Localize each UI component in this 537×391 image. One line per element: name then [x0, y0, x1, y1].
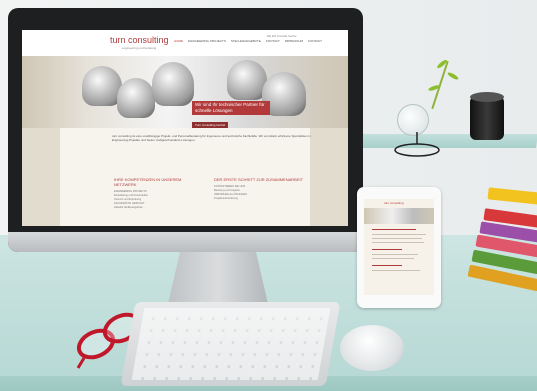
column-right-line: Projektunterstützung — [214, 197, 238, 201]
ipad-text-line — [372, 242, 424, 243]
ipad-hero-image — [364, 208, 434, 224]
glass-shelf — [359, 134, 537, 148]
site-logo[interactable]: turn consulting — [110, 35, 169, 45]
ipad-text-line — [372, 229, 416, 230]
menu-item-projects[interactable]: ENGINEERING PROJECTS — [188, 39, 226, 43]
ipad-screen: turn consulting — [364, 199, 434, 295]
menu-item-contact[interactable]: KONTAKT — [266, 39, 280, 43]
page-margin-left — [22, 128, 60, 226]
ipad-text-line — [372, 265, 402, 266]
column-left-heading: IHRE KOMPETENZEN IN UNSEREM NETZWERK — [114, 177, 182, 187]
hero-banner: Wir sind Ihr technischer Partner für sch… — [22, 56, 348, 128]
hero-subline: Turn consulting GmbH — [192, 122, 228, 128]
menu-item-imprint[interactable]: IMPRESSUM — [285, 39, 303, 43]
intro-text: turn consulting ist eine unabhängige Pro… — [112, 134, 311, 143]
piston-image — [82, 66, 122, 106]
hero-headline: Wir sind Ihr technischer Partner für sch… — [192, 101, 270, 115]
piston-image — [117, 78, 155, 118]
column-right: DER ERSTE SCHRITT ZUR ZUSAMMENARBEIT KON… — [214, 177, 304, 201]
ipad-text-line — [372, 238, 422, 239]
imac-screen: turn consulting engineering und beratung… — [22, 30, 348, 226]
top-links[interactable]: DE EN Kontakt Suche — [267, 34, 297, 38]
ipad-text-line — [372, 254, 418, 255]
column-left-line: Aktuelle Stellenangebote — [114, 206, 143, 210]
piston-image — [152, 62, 194, 106]
ipad-text-line — [372, 234, 426, 235]
ipad-text-line — [372, 258, 414, 259]
menu-item-home[interactable]: HOME — [174, 39, 183, 43]
column-left: IHRE KOMPETENZEN IN UNSEREM NETZWERK ENG… — [114, 177, 204, 210]
camera-lens-cap — [470, 92, 504, 102]
bulb-stand — [394, 132, 440, 157]
page-margin-right — [310, 128, 348, 226]
menu-item-contact-2[interactable]: KONTAKT — [308, 39, 322, 43]
keyboard-keys — [131, 308, 331, 380]
menu-item-jobs[interactable]: STELLENANGEBOTE — [231, 39, 261, 43]
piston-image — [227, 60, 267, 100]
imac-stand — [168, 252, 268, 304]
ipad-text-line — [372, 270, 420, 271]
intro-section: turn consulting ist eine unabhängige Pro… — [112, 134, 312, 146]
imac-chin — [8, 232, 363, 252]
site-header: turn consulting engineering und beratung… — [22, 30, 348, 56]
magic-mouse — [340, 325, 404, 371]
ipad-text-line — [372, 249, 402, 250]
site-menu: HOME ENGINEERING PROJECTS STELLENANGEBOT… — [174, 39, 322, 43]
ipad-site-logo[interactable]: turn consulting — [384, 201, 404, 205]
column-right-heading: DER ERSTE SCHRITT ZUR ZUSAMMENARBEIT — [214, 177, 304, 182]
camera-lens — [470, 96, 504, 140]
site-logo-subtitle: engineering und beratung — [122, 46, 157, 50]
